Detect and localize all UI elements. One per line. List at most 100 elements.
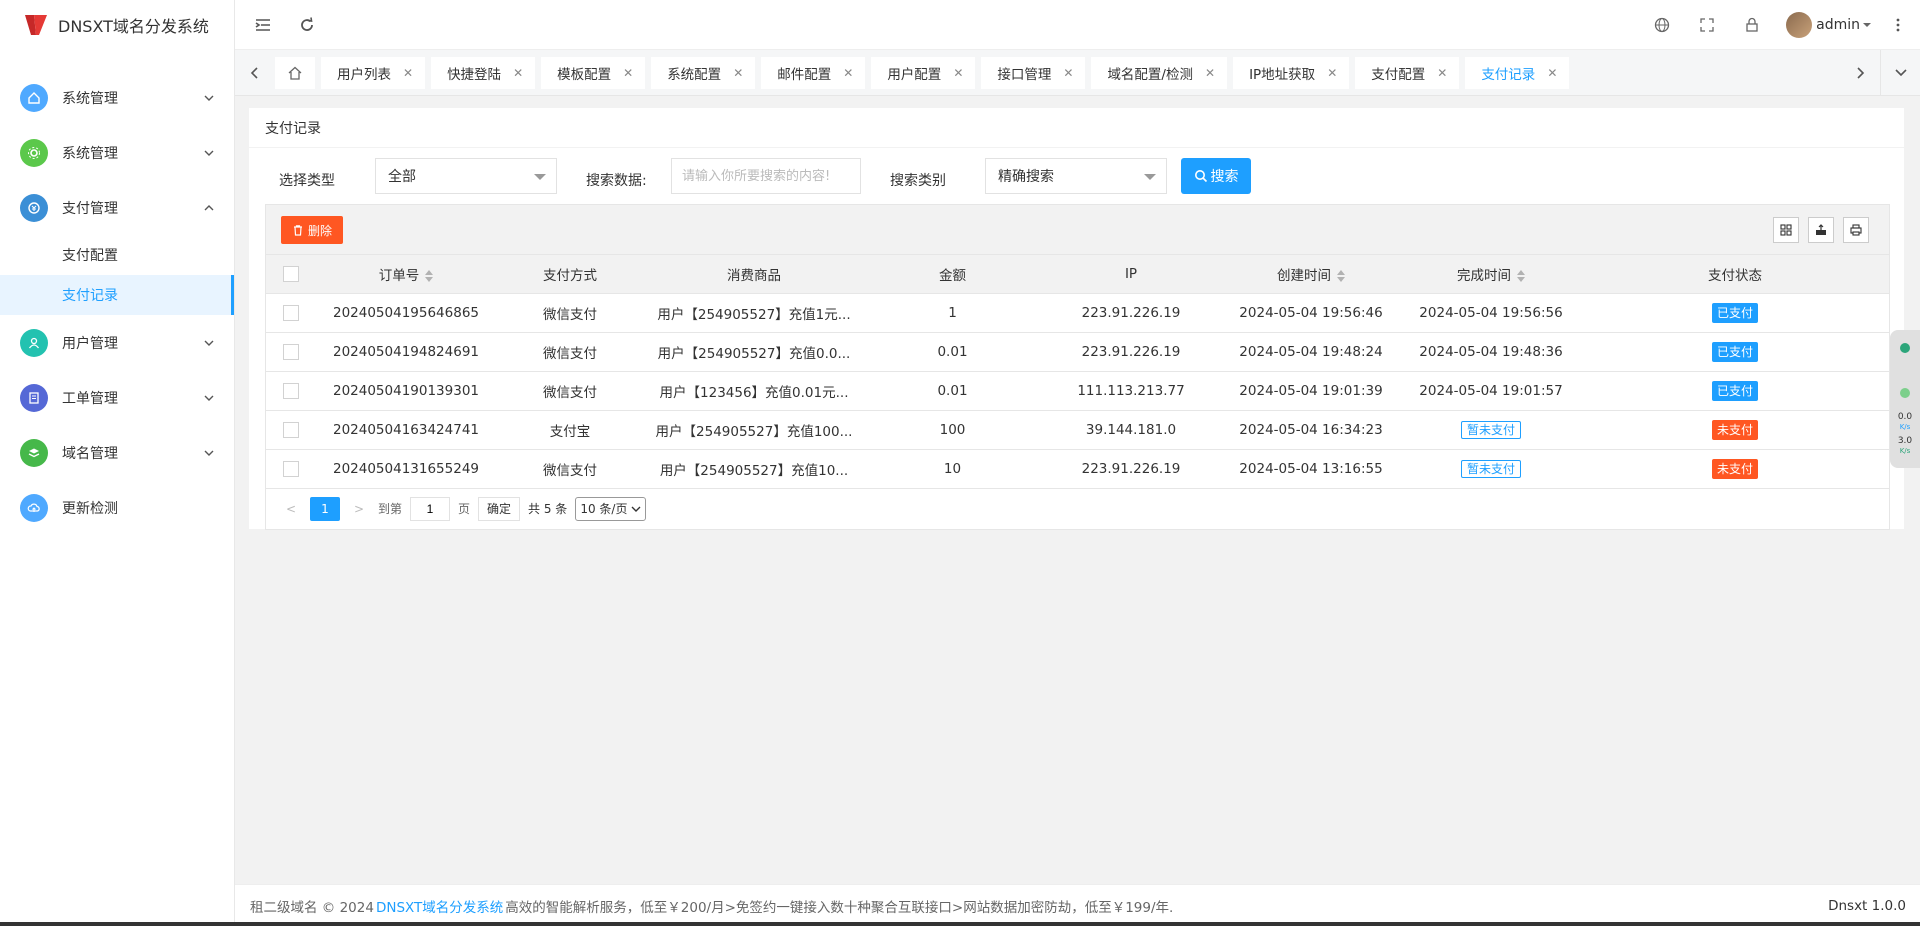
status-badge: 已支付 bbox=[1711, 380, 1758, 401]
sort-icon[interactable] bbox=[425, 269, 434, 282]
sidebar: DNSXT域名分发系统 系统管理 系统管理 支付管理 支付配置 支付记录 用户管… bbox=[0, 0, 235, 926]
tab-mail-config[interactable]: 邮件配置 ✕ bbox=[761, 57, 866, 89]
tab-user-config[interactable]: 用户配置 ✕ bbox=[871, 57, 976, 89]
close-icon[interactable]: ✕ bbox=[733, 66, 743, 80]
table-row: 20240504131655249 微信支付 用户【254905527】充值10… bbox=[266, 449, 1889, 489]
tab-quick-login[interactable]: 快捷登陆 ✕ bbox=[431, 57, 536, 89]
row-checkbox[interactable] bbox=[283, 421, 299, 438]
close-icon[interactable]: ✕ bbox=[953, 66, 963, 80]
chevron-up-icon bbox=[204, 204, 214, 210]
row-checkbox[interactable] bbox=[283, 460, 299, 477]
sort-icon[interactable] bbox=[1337, 269, 1345, 282]
ip: 223.91.226.19 bbox=[1041, 293, 1221, 333]
row-checkbox[interactable] bbox=[283, 304, 299, 321]
col-order[interactable]: 订单号 bbox=[316, 255, 496, 294]
finished-time: 暂未支付 bbox=[1401, 449, 1581, 489]
category-select[interactable]: 精确搜索 bbox=[985, 158, 1167, 194]
close-icon[interactable]: ✕ bbox=[1205, 66, 1215, 80]
next-page-icon[interactable]: > bbox=[348, 502, 370, 516]
close-icon[interactable]: ✕ bbox=[1547, 66, 1557, 80]
page-current[interactable]: 1 bbox=[310, 496, 340, 521]
more-vertical-icon[interactable] bbox=[1890, 16, 1906, 34]
col-ip: IP bbox=[1041, 255, 1221, 294]
status-cell: 未支付 bbox=[1581, 410, 1889, 450]
export-icon[interactable] bbox=[1808, 217, 1834, 243]
pay-method: 微信支付 bbox=[496, 293, 644, 333]
trash-icon bbox=[293, 225, 302, 236]
goto-page-input[interactable] bbox=[410, 496, 451, 521]
select-all-checkbox[interactable] bbox=[283, 265, 299, 282]
tab-home[interactable] bbox=[275, 57, 315, 89]
sidebar-item-label: 域名管理 bbox=[62, 445, 118, 462]
close-icon[interactable]: ✕ bbox=[843, 66, 853, 80]
search-input[interactable] bbox=[671, 158, 861, 194]
tab-pay-records[interactable]: 支付记录 ✕ bbox=[1465, 57, 1570, 89]
sidebar-item-system-2[interactable]: 系统管理 bbox=[0, 125, 234, 180]
speed-unit: K/s bbox=[1899, 423, 1911, 431]
network-speed-widget[interactable]: 0.0 K/s 3.0 K/s bbox=[1890, 330, 1920, 468]
close-icon[interactable]: ✕ bbox=[623, 66, 633, 80]
tab-template-config[interactable]: 模板配置 ✕ bbox=[541, 57, 646, 89]
close-icon[interactable]: ✕ bbox=[403, 66, 413, 80]
app-logo[interactable]: DNSXT域名分发系统 bbox=[0, 0, 234, 50]
sidebar-item-system-1[interactable]: 系统管理 bbox=[0, 70, 234, 125]
globe-icon[interactable] bbox=[1653, 16, 1671, 34]
print-icon[interactable] bbox=[1843, 217, 1869, 243]
pay-icon bbox=[20, 193, 48, 222]
menu-collapse-icon[interactable] bbox=[253, 15, 273, 35]
tab-pay-config[interactable]: 支付配置 ✕ bbox=[1355, 57, 1460, 89]
columns-icon[interactable] bbox=[1773, 217, 1799, 243]
content-panel: 支付记录 选择类型 全部 搜索数据: 搜索类别 精确搜索 搜索 删除 bbox=[249, 108, 1904, 530]
sidebar-subitem-pay-config[interactable]: 支付配置 bbox=[0, 235, 234, 275]
sidebar-item-domains[interactable]: 域名管理 bbox=[0, 425, 234, 480]
sidebar-subitem-pay-records[interactable]: 支付记录 bbox=[0, 275, 234, 315]
version-label: Dnsxt 1.0.0 bbox=[1828, 897, 1906, 914]
search-category-label: 搜索类别 bbox=[890, 173, 946, 189]
col-status: 支付状态 bbox=[1581, 255, 1889, 294]
tabs-dropdown[interactable] bbox=[1880, 50, 1920, 96]
status-badge: 未支付 bbox=[1711, 419, 1758, 440]
close-icon[interactable]: ✕ bbox=[1327, 66, 1337, 80]
delete-button[interactable]: 删除 bbox=[281, 216, 343, 244]
ticket-icon bbox=[20, 383, 48, 412]
sidebar-item-label: 支付管理 bbox=[62, 200, 118, 217]
sidebar-item-tickets[interactable]: 工单管理 bbox=[0, 370, 234, 425]
refresh-icon[interactable] bbox=[297, 15, 317, 35]
fullscreen-icon[interactable] bbox=[1698, 16, 1716, 34]
lock-icon[interactable] bbox=[1743, 16, 1761, 34]
search-button[interactable]: 搜索 bbox=[1181, 158, 1251, 194]
goto-confirm-button[interactable]: 确定 bbox=[478, 496, 521, 521]
close-icon[interactable]: ✕ bbox=[513, 66, 523, 80]
status-cell: 未支付 bbox=[1581, 449, 1889, 489]
type-select[interactable]: 全部 bbox=[375, 158, 557, 194]
row-checkbox[interactable] bbox=[283, 343, 299, 360]
prev-page-icon[interactable]: < bbox=[280, 502, 302, 516]
page-size-select[interactable]: 10 条/页 bbox=[575, 496, 647, 521]
sidebar-item-update-check[interactable]: 更新检测 bbox=[0, 480, 234, 535]
sidebar-item-users[interactable]: 用户管理 bbox=[0, 315, 234, 370]
close-icon[interactable]: ✕ bbox=[1437, 66, 1447, 80]
table-row: 20240504195646865 微信支付 用户【254905527】充值1元… bbox=[266, 293, 1889, 333]
row-checkbox[interactable] bbox=[283, 382, 299, 399]
user-icon bbox=[20, 328, 48, 357]
tabs-scroll-left[interactable] bbox=[235, 50, 275, 96]
col-created[interactable]: 创建时间 bbox=[1221, 255, 1401, 294]
status-badge: 未支付 bbox=[1711, 458, 1758, 479]
close-icon[interactable]: ✕ bbox=[1063, 66, 1073, 80]
sort-icon[interactable] bbox=[1517, 269, 1525, 282]
sidebar-item-payment[interactable]: 支付管理 bbox=[0, 180, 234, 235]
tab-user-list[interactable]: 用户列表 ✕ bbox=[321, 57, 426, 89]
tab-ip-fetch[interactable]: IP地址获取 ✕ bbox=[1233, 57, 1350, 89]
user-menu[interactable]: admin bbox=[1786, 12, 1872, 38]
col-finished[interactable]: 完成时间 bbox=[1401, 255, 1581, 294]
table-toolbar: 删除 bbox=[266, 205, 1889, 255]
select-all-cell bbox=[266, 255, 316, 294]
product: 用户【254905527】充值1元... bbox=[644, 293, 864, 333]
tab-domain-config[interactable]: 域名配置/检测 ✕ bbox=[1091, 57, 1228, 89]
tab-api-manage[interactable]: 接口管理 ✕ bbox=[981, 57, 1086, 89]
tab-system-config[interactable]: 系统配置 ✕ bbox=[651, 57, 756, 89]
upload-speed: 3.0 bbox=[1897, 436, 1913, 446]
tabs-scroll-right[interactable] bbox=[1840, 50, 1880, 96]
footer-link[interactable]: DNSXT域名分发系统 bbox=[376, 896, 503, 916]
product: 用户【254905527】充值100... bbox=[644, 410, 864, 450]
